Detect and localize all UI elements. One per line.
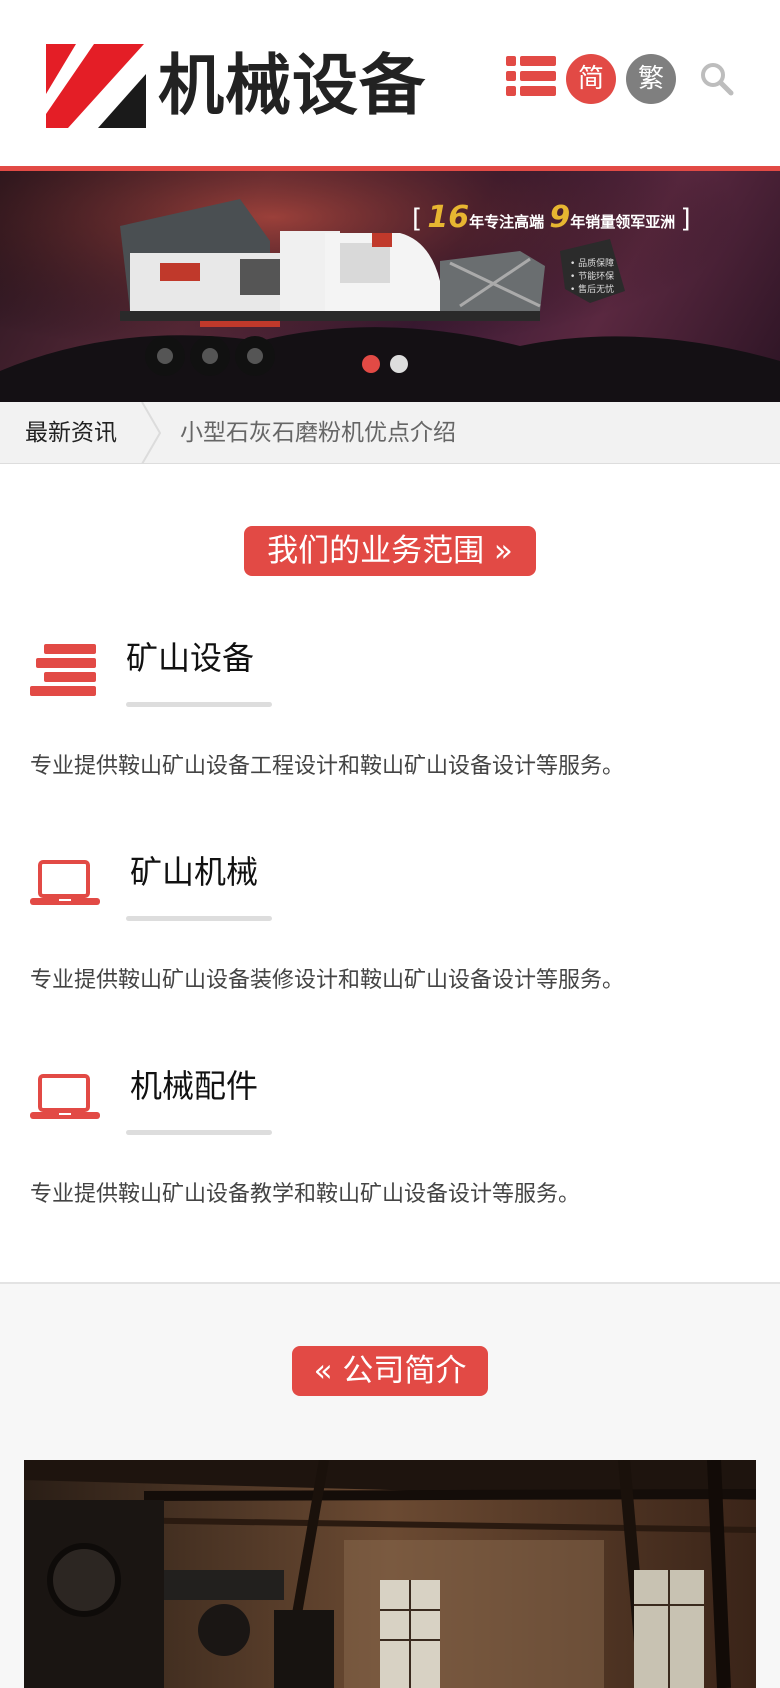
service-underline-1 — [126, 702, 272, 707]
slogan-text-1: 年专注高端 — [469, 213, 545, 231]
logo-mark-icon — [46, 44, 146, 128]
news-label: 最新资讯 — [25, 420, 117, 446]
svg-text:• 节能环保: • 节能环保 — [570, 270, 614, 282]
service-desc-2: 专业提供鞍山矿山设备装修设计和鞍山矿山设备设计等服务。 — [30, 968, 625, 993]
svg-text:• 售后无忧: • 售后无忧 — [570, 283, 614, 295]
service-title-3[interactable]: 机械配件 — [130, 1066, 258, 1106]
stack-bars-icon — [30, 644, 96, 696]
slogan-rank: 9 — [549, 200, 571, 235]
banner-slogan: [ 16年专注高端 9年销量领军亚洲 ] — [412, 200, 691, 235]
news-ticker: 最新资讯 小型石灰石磨粉机优点介绍 — [0, 402, 780, 464]
service-desc-1: 专业提供鞍山矿山设备工程设计和鞍山矿山设备设计等服务。 — [30, 754, 625, 779]
chevron-right-icon — [141, 402, 162, 464]
service-title-1[interactable]: 矿山设备 — [126, 638, 254, 678]
news-link[interactable]: 小型石灰石磨粉机优点介绍 — [180, 402, 456, 464]
service-desc-3: 专业提供鞍山矿山设备教学和鞍山矿山设备设计等服务。 — [30, 1182, 581, 1207]
slide-dot-1[interactable] — [362, 355, 380, 373]
menu-list-icon[interactable] — [506, 56, 556, 96]
site-header: 机械设备 简 繁 — [0, 0, 780, 168]
slogan-years: 16 — [427, 200, 470, 235]
laptop-icon — [30, 860, 100, 905]
service-underline-3 — [126, 1130, 272, 1135]
logo-text: 机械设备 — [158, 47, 426, 124]
search-icon[interactable] — [700, 62, 734, 96]
business-scope-heading[interactable]: 我们的业务范围 » — [244, 526, 536, 576]
service-title-2[interactable]: 矿山机械 — [130, 852, 258, 892]
service-underline-2 — [126, 916, 272, 921]
slide-dot-2[interactable] — [390, 355, 408, 373]
workshop-photo — [24, 1460, 756, 1688]
simplified-chinese-button[interactable]: 简 — [566, 54, 616, 104]
company-intro-heading[interactable]: « 公司简介 — [292, 1346, 488, 1396]
slogan-text-2: 年销量领军亚洲 — [570, 213, 676, 231]
site-logo[interactable]: 机械设备 — [46, 44, 446, 128]
svg-text:• 品质保障: • 品质保障 — [570, 257, 614, 269]
laptop-icon — [30, 1074, 100, 1119]
traditional-chinese-button[interactable]: 繁 — [626, 54, 676, 104]
